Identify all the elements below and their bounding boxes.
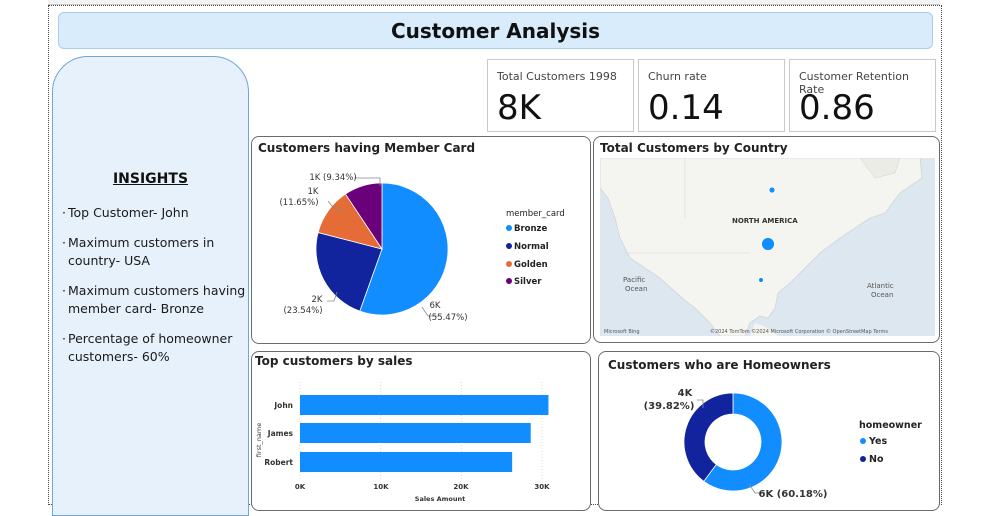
category-label: James xyxy=(267,429,294,438)
insight-item: · Top Customer- John xyxy=(62,205,189,220)
legend-swatch-no xyxy=(860,456,866,462)
member-card-pie-svg: 1K (9.34%) 1K (11.65%) 2K (23.54%) 6K (5… xyxy=(279,173,565,323)
kpi-churn-rate[interactable]: Churn rate 0.14 xyxy=(638,59,785,132)
map-view[interactable]: NORTH AMERICA Pacific Ocean Atlantic Oce… xyxy=(600,158,935,336)
map-brand: Microsoft Bing xyxy=(604,329,640,335)
legend-title: homeowner xyxy=(859,420,922,431)
kpi-value: 0.86 xyxy=(799,88,875,128)
insights-title: INSIGHTS xyxy=(112,171,189,187)
kpi-retention-rate[interactable]: Customer Retention Rate 0.86 xyxy=(789,59,936,132)
kpi-value: 8K xyxy=(497,88,541,128)
map-label-pacific: Pacific xyxy=(623,276,645,284)
homeowner-donut-svg: 4K (39.82%) 6K (60.18%) homeowner Yes No xyxy=(644,388,923,500)
page-title: Customer Analysis xyxy=(390,18,601,43)
donut-slices xyxy=(683,392,783,492)
x-tick-label: 0K xyxy=(295,483,306,491)
legend-swatch-yes xyxy=(860,438,866,444)
homeowner-donut-chart[interactable]: Customers who are Homeowners 4K (39.82%)… xyxy=(598,351,940,511)
bar-robert[interactable] xyxy=(300,452,513,472)
legend-normal[interactable]: Normal xyxy=(514,242,549,252)
legend-silver[interactable]: Silver xyxy=(514,277,542,287)
bar-james[interactable] xyxy=(300,423,531,443)
map-label-continent: NORTH AMERICA xyxy=(732,217,798,225)
insight-item: · Maximum customers having member card- B… xyxy=(62,283,246,316)
legend-golden[interactable]: Golden xyxy=(514,260,548,270)
map-svg: NORTH AMERICA Pacific Ocean Atlantic Oce… xyxy=(600,158,935,336)
map-label-atlantic: Atlantic xyxy=(867,282,894,290)
sales-bar-chart[interactable]: Top customers by sales John James Robert 0… xyxy=(251,351,591,511)
slice-label-silver: 1K (9.34%) xyxy=(309,173,356,183)
x-tick-label: 10K xyxy=(373,483,389,491)
map-bubble-usa[interactable] xyxy=(761,237,775,251)
category-labels: John James Robert xyxy=(264,401,293,467)
legend-yes[interactable]: Yes xyxy=(868,436,887,447)
kpi-label: Churn rate xyxy=(648,70,707,83)
kpi-label: Total Customers 1998 xyxy=(497,70,617,83)
map-copyright: ©2024 TomTom ©2024 Microsoft Corporation… xyxy=(710,328,888,335)
map-label-atlantic-ocean: Ocean xyxy=(871,291,893,299)
slice-label-bronze-pct: (55.47%) xyxy=(428,313,467,323)
insight-text: Percentage of homeowner customers- 60% xyxy=(68,331,233,364)
slice-label-normal-value: 2K xyxy=(312,295,323,305)
map-bubble[interactable] xyxy=(758,277,764,283)
slice-label-golden-pct: (11.65%) xyxy=(279,198,318,208)
legend-swatch-normal xyxy=(506,243,512,249)
bar-john[interactable] xyxy=(300,395,549,415)
x-tick-label: 20K xyxy=(453,483,469,491)
slice-label-no-pct: (39.82%) xyxy=(644,401,695,412)
slice-label-yes: 6K (60.18%) xyxy=(759,489,828,500)
slice-label-bronze-value: 6K xyxy=(430,301,441,311)
map-label-pacific-ocean: Ocean xyxy=(625,285,647,293)
member-card-chart[interactable]: Customers having Member Card 1K (9.34%) … xyxy=(251,136,591,344)
insight-item: · Maximum customers in country- USA xyxy=(62,234,247,270)
legend-bronze[interactable]: Bronze xyxy=(514,224,548,234)
insight-text: Top Customer- John xyxy=(68,205,189,220)
legend-swatch-golden xyxy=(506,261,512,267)
legend-title: member_card xyxy=(506,209,565,219)
sales-bar-svg: John James Robert 0K 10K 20K 30K Sales Amo… xyxy=(255,382,550,503)
insights-panel: INSIGHTS · Top Customer- John · Maximum cu… xyxy=(52,56,249,516)
report-canvas: Customer Analysis INSIGHTS · Top Customer… xyxy=(48,5,942,516)
kpi-value: 0.14 xyxy=(648,88,724,128)
x-axis-label: Sales Amount xyxy=(415,495,465,503)
bar-series xyxy=(299,382,549,480)
report-header: Customer Analysis xyxy=(58,12,933,49)
chart-title: Total Customers by Country xyxy=(600,141,788,155)
legend-swatch-bronze xyxy=(506,225,512,231)
x-tick-label: 30K xyxy=(534,483,550,491)
legend-swatch-silver xyxy=(506,278,512,284)
slice-label-normal-pct: (23.54%) xyxy=(283,306,322,316)
map-bubble[interactable] xyxy=(768,186,776,194)
y-axis-label: first_name xyxy=(255,423,263,457)
country-map-card[interactable]: Total Customers by Country NORTH AMERICA… xyxy=(593,136,940,343)
kpi-total-customers[interactable]: Total Customers 1998 8K xyxy=(487,59,634,132)
insight-text: Maximum customers having member card- Br… xyxy=(68,283,246,316)
insight-text: Maximum customers in country- USA xyxy=(68,235,215,268)
insight-item: · Percentage of homeowner customers- 60% xyxy=(62,330,247,366)
category-label: John xyxy=(273,401,293,410)
legend-no[interactable]: No xyxy=(869,454,884,465)
slice-label-golden-value: 1K xyxy=(308,187,319,197)
slice-label-no-value: 4K xyxy=(678,388,694,399)
category-label: Robert xyxy=(264,458,293,467)
